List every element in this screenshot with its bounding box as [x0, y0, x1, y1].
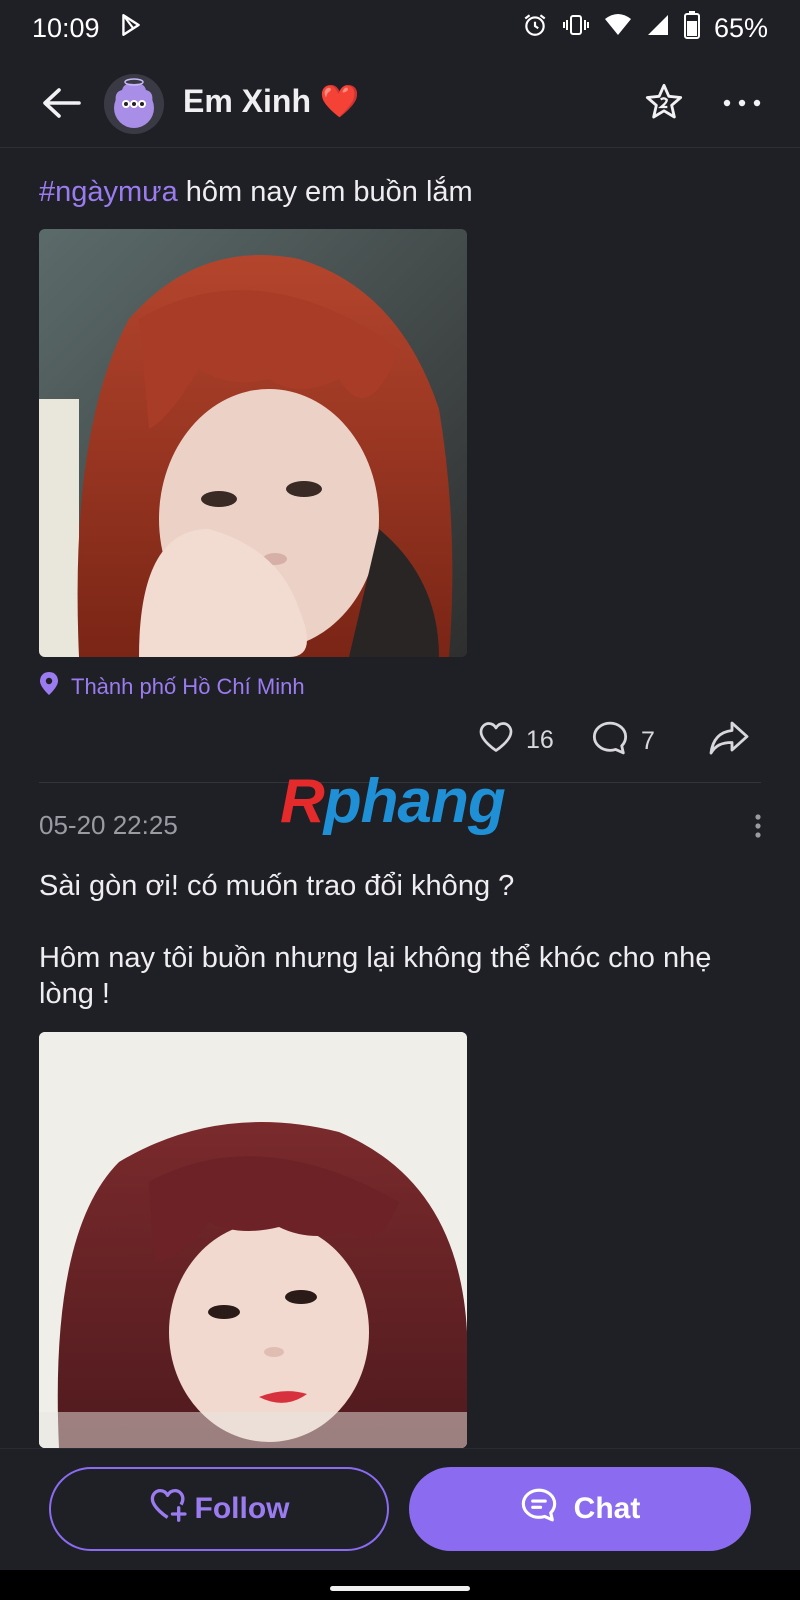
- more-icon: [722, 95, 762, 113]
- comment-icon: [591, 720, 629, 763]
- star-icon: [644, 82, 684, 127]
- hashtag-link[interactable]: #ngàymưa: [39, 176, 178, 208]
- caption-text: hôm nay em buồn lắm: [177, 176, 473, 208]
- back-button[interactable]: [36, 80, 86, 130]
- status-bar: 10:09 65%: [0, 0, 800, 56]
- battery-icon: [683, 10, 700, 46]
- chat-label: Chat: [573, 1492, 641, 1525]
- share-button[interactable]: [708, 720, 750, 763]
- post-line-2: Hôm nay tôi buồn nhưng lại không thể khó…: [39, 942, 712, 1010]
- post-caption: #ngàymưa hôm nay em buồn lắm: [39, 176, 473, 209]
- status-time: 10:09: [32, 12, 100, 43]
- profile-name: Em Xinh ❤️: [183, 83, 360, 119]
- comment-button[interactable]: 7: [591, 720, 655, 763]
- chat-button[interactable]: Chat: [409, 1467, 751, 1551]
- post-date: 05-20 22:25: [39, 810, 178, 840]
- comment-count: 7: [641, 727, 655, 755]
- more-options-button[interactable]: [716, 78, 768, 130]
- post-options-button[interactable]: [740, 810, 776, 846]
- heart-icon: [478, 720, 514, 761]
- vertical-dots-icon: [754, 813, 762, 843]
- app-header: Em Xinh ❤️: [0, 62, 800, 148]
- follow-label: Follow: [194, 1492, 290, 1525]
- like-count: 16: [526, 726, 554, 754]
- follow-button[interactable]: Follow: [49, 1467, 389, 1551]
- wifi-icon: [604, 13, 632, 44]
- signal-icon: [646, 13, 670, 44]
- location-text: Thành phố Hồ Chí Minh: [71, 674, 305, 699]
- back-arrow-icon: [41, 87, 81, 124]
- post-photo[interactable]: [39, 1032, 467, 1448]
- bottom-action-bar: Follow Chat: [0, 1448, 800, 1570]
- post-photo[interactable]: [39, 229, 467, 657]
- system-nav-bar: [0, 1570, 800, 1600]
- favorite-button[interactable]: [638, 78, 690, 130]
- post-location[interactable]: Thành phố Hồ Chí Minh: [39, 672, 305, 702]
- like-button[interactable]: 16: [478, 720, 554, 761]
- post-body: Sài gòn ơi! có muốn trao đổi không ? Hôm…: [39, 868, 769, 1048]
- home-indicator[interactable]: [330, 1586, 470, 1591]
- location-pin-icon: [39, 672, 59, 702]
- vibrate-icon: [562, 12, 590, 45]
- alarm-icon: [522, 12, 548, 45]
- watermark-logo: Rphang: [280, 767, 506, 836]
- post-line-1: Sài gòn ơi! có muốn trao đổi không ?: [39, 870, 515, 902]
- heart-plus-icon: [149, 1487, 189, 1531]
- chat-bubble-icon: [520, 1487, 558, 1531]
- share-icon: [708, 720, 750, 763]
- play-store-icon: [118, 12, 144, 45]
- battery-level: 65%: [713, 12, 768, 43]
- post-actions: 16 7: [0, 720, 800, 764]
- avatar[interactable]: [104, 74, 164, 134]
